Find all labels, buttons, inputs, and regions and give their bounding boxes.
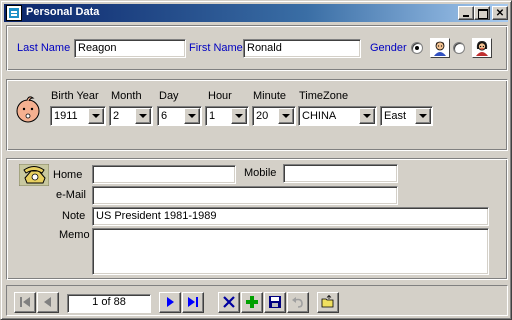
note-field[interactable]: US President 1981-1989: [92, 207, 489, 226]
previous-record-icon: [44, 297, 51, 307]
navigator-bar: 1 of 88: [6, 285, 508, 316]
next-record-icon: [167, 297, 174, 307]
hour-select[interactable]: 1: [205, 106, 249, 126]
maximize-button[interactable]: [474, 6, 490, 20]
delete-x-icon: [223, 296, 235, 308]
memo-textarea[interactable]: [92, 228, 489, 275]
save-disk-icon: [269, 296, 281, 308]
first-record-icon: [20, 297, 30, 307]
window-title: Personal Data: [26, 6, 100, 18]
app-window-icon[interactable]: [6, 5, 22, 21]
next-record-button[interactable]: [159, 292, 181, 313]
birth-year-label: Birth Year: [51, 90, 99, 102]
hour-label: Hour: [208, 90, 232, 102]
last-record-button[interactable]: [182, 292, 204, 313]
chevron-down-icon[interactable]: [359, 108, 375, 124]
email-field[interactable]: [92, 186, 398, 205]
memo-label: Memo: [59, 229, 90, 241]
chevron-down-icon[interactable]: [88, 108, 104, 124]
gender-label: Gender: [370, 42, 407, 54]
baby-face-icon: [13, 94, 43, 127]
add-record-button[interactable]: [241, 292, 263, 313]
chevron-down-icon[interactable]: [184, 108, 200, 124]
save-record-button[interactable]: [264, 292, 286, 313]
contact-group: Home Mobile e-Mail Note US President 198…: [6, 158, 508, 280]
male-face-icon[interactable]: [430, 38, 450, 58]
first-name-label: First Name: [189, 42, 243, 54]
female-face-icon[interactable]: [472, 38, 492, 58]
minute-label: Minute: [253, 90, 287, 102]
email-label: e-Mail: [56, 189, 86, 201]
month-label: Month: [111, 90, 142, 102]
mobile-label: Mobile: [244, 167, 277, 179]
chevron-down-icon[interactable]: [415, 108, 431, 124]
last-name-label: Last Name: [17, 42, 71, 54]
delete-record-button[interactable]: [218, 292, 240, 313]
gender-female-radio[interactable]: [453, 42, 465, 54]
mobile-phone-field[interactable]: [283, 164, 398, 183]
record-position-field[interactable]: 1 of 88: [67, 294, 151, 313]
first-record-button[interactable]: [14, 292, 36, 313]
first-name-field[interactable]: Ronald: [243, 39, 361, 58]
timezone-label: TimeZone: [299, 90, 349, 102]
minute-select[interactable]: 20: [252, 106, 296, 126]
open-button[interactable]: [317, 292, 339, 313]
birth-year-select[interactable]: 1911: [50, 106, 106, 126]
previous-record-button[interactable]: [37, 292, 59, 313]
direction-select[interactable]: East: [380, 106, 433, 126]
month-select[interactable]: 2: [109, 106, 153, 126]
day-select[interactable]: 6: [157, 106, 202, 126]
chevron-down-icon[interactable]: [231, 108, 247, 124]
home-label: Home: [53, 169, 83, 181]
timezone-select[interactable]: CHINA: [298, 106, 377, 126]
last-record-icon: [188, 297, 198, 307]
undo-button[interactable]: [287, 292, 309, 313]
day-label: Day: [159, 90, 179, 102]
last-name-field[interactable]: Reagon: [74, 39, 186, 58]
open-folder-icon: [321, 295, 334, 308]
telephone-icon: [18, 163, 50, 189]
note-label: Note: [62, 210, 86, 222]
close-button[interactable]: ✕: [492, 6, 508, 20]
home-phone-field[interactable]: [92, 165, 236, 184]
minimize-button[interactable]: [458, 6, 474, 20]
undo-icon: [292, 297, 303, 308]
close-icon: ✕: [495, 8, 505, 19]
birth-group: Birth Year Month Day Hour Minute TimeZon…: [6, 79, 508, 151]
chevron-down-icon[interactable]: [278, 108, 294, 124]
personal-data-window: Personal Data ✕ Last Name Reagon First N…: [0, 0, 512, 320]
title-bar[interactable]: Personal Data ✕: [4, 4, 508, 22]
gender-male-radio[interactable]: [411, 42, 423, 54]
name-group: Last Name Reagon First Name Ronald Gende…: [6, 25, 508, 71]
add-plus-icon: [246, 296, 258, 308]
chevron-down-icon[interactable]: [135, 108, 151, 124]
